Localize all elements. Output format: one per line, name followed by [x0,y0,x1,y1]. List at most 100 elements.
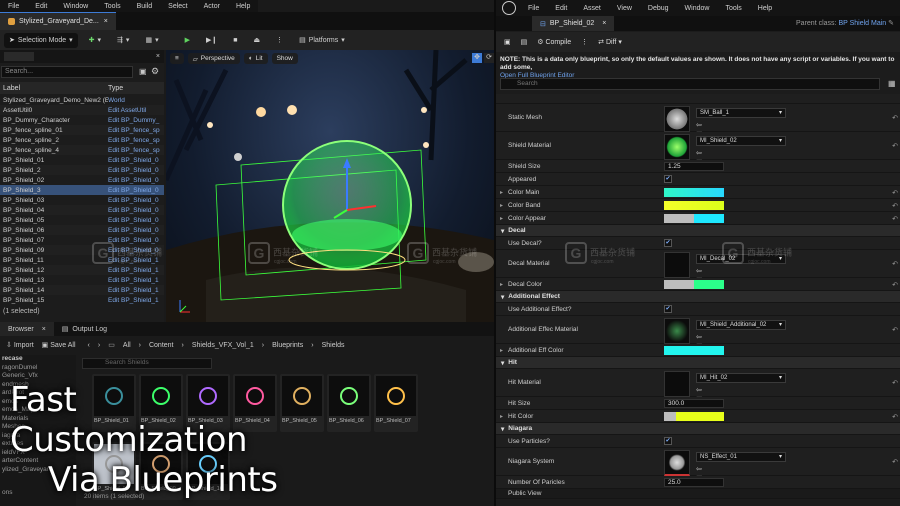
num-particles-field[interactable]: 25.0 [664,478,724,487]
step-button[interactable]: ▶❙ [201,33,222,48]
outliner-row-type[interactable]: Edit BP_Shield_0 [108,167,164,174]
outliner-row-type[interactable]: World [108,97,164,104]
menu-asset[interactable]: Asset [575,5,609,12]
reset-icon[interactable]: ↶ [892,114,898,122]
asset-thumbnail[interactable] [664,252,690,278]
section-decal[interactable]: ▾ Decal [496,225,900,237]
edit-icon[interactable]: ✎ [888,20,894,27]
color-appear-swatch[interactable] [664,214,724,223]
menu-file[interactable]: File [0,3,27,10]
save-all-button[interactable]: ▣ Save All [42,341,76,349]
viewport-menu-button[interactable]: ≡ [170,53,184,64]
asset-thumbnail[interactable] [664,450,690,476]
add-content-button[interactable]: ✚ ▾ [84,33,106,48]
outliner-row[interactable]: BP_Shield_15 Edit BP_Shield_1 [0,295,164,305]
menu-debug[interactable]: Debug [640,5,677,12]
blueprint-button[interactable]: ⇶ ▾ [112,33,134,48]
expand-arrow-icon[interactable]: ▸ [500,281,503,288]
more-icon[interactable]: ⋮ [581,38,588,46]
expand-arrow-icon[interactable]: ▸ [500,347,503,354]
outliner-row[interactable]: BP_Shield_06 Edit BP_Shield_0 [0,225,164,235]
close-icon[interactable]: × [104,18,108,25]
menu-help[interactable]: Help [228,3,258,10]
outliner-row[interactable]: BP_fence_spline_4 Edit BP_fence_sp [0,145,164,155]
asset-thumbnail[interactable] [664,134,690,160]
stop-button[interactable]: ■ [228,33,242,48]
use-particles-checkbox[interactable]: ✔ [664,437,672,445]
outliner-row-type[interactable]: Edit BP_Shield_0 [108,217,164,224]
outliner-row-type[interactable]: Edit AssetUtil [108,107,164,114]
source-folder-item[interactable]: ragonDumel [2,364,76,373]
details-search-input[interactable]: Search [500,78,880,90]
shield-size-field[interactable]: 1.25 [664,162,724,171]
expand-arrow-icon[interactable]: ▸ [500,202,503,209]
outliner-row[interactable]: BP_fence_spline_01 Edit BP_fence_sp [0,125,164,135]
section-additional-effect[interactable]: ▾ Additional Effect [496,291,900,303]
outliner-row[interactable]: BP_Shield_02 Edit BP_Shield_0 [0,175,164,185]
expand-arrow-icon[interactable]: ▸ [500,215,503,222]
outliner-row[interactable]: BP_Shield_11 Edit BP_Shield_1 [0,255,164,265]
menu-file[interactable]: File [520,5,547,12]
gear-icon[interactable]: ⚙ [151,66,159,77]
import-button[interactable]: ⇩ Import [6,341,34,349]
asset-dropdown[interactable]: NS_Effect_01 ▾ [696,452,786,462]
outliner-search-input[interactable]: Search... [1,66,133,78]
asset-dropdown[interactable]: MI_Hit_02 ▾ [696,373,786,383]
public-view-label[interactable]: Public View [508,490,541,497]
view-options-icon[interactable]: ▦ [888,79,896,88]
menu-actor[interactable]: Actor [196,3,228,10]
expand-arrow-icon[interactable]: ▸ [500,189,503,196]
play-options-button[interactable]: ⋮ [271,33,288,48]
asset-thumbnail[interactable] [664,106,690,132]
reset-icon[interactable]: ↶ [892,189,898,197]
color-band-swatch[interactable] [664,201,724,210]
outliner-row[interactable]: AssetUtil0 Edit AssetUtil [0,105,164,115]
outliner-row-type[interactable]: Edit BP_Shield_1 [108,257,164,264]
play-button[interactable]: ▶ [180,33,195,48]
add-folder-icon[interactable]: ▣ [139,67,147,76]
breadcrumb-item[interactable]: Shields [322,342,345,349]
col-type[interactable]: Type [108,85,123,92]
decal-color-swatch[interactable] [664,280,724,289]
outliner-row[interactable]: BP_Shield_2 Edit BP_Shield_0 [0,165,164,175]
expand-arrow-icon[interactable]: ▸ [500,413,503,420]
outliner-row[interactable]: BP_Shield_13 Edit BP_Shield_1 [0,275,164,285]
outliner-row-type[interactable]: Edit BP_Shield_0 [108,197,164,204]
asset-dropdown[interactable]: MI_Shield_Additional_02 ▾ [696,320,786,330]
asset-tile[interactable]: BP_Shield_06 [327,374,371,432]
asset-thumbnail[interactable] [664,371,690,397]
asset-dropdown[interactable]: MI_Decal_02 ▾ [696,254,786,264]
cinematics-button[interactable]: ▦ ▾ [140,33,163,48]
outliner-row[interactable]: BP_Shield_07 Edit BP_Shield_0 [0,235,164,245]
diff-button[interactable]: ⇄ Diff ▾ [598,38,622,46]
outliner-row-type[interactable]: Edit BP_Shield_0 [108,227,164,234]
outliner-row-type[interactable]: Edit BP_Shield_0 [108,207,164,214]
asset-dropdown[interactable]: MI_Shield_02 ▾ [696,136,786,146]
history-back-icon[interactable]: ‹ [88,342,90,349]
menu-window[interactable]: Window [677,5,718,12]
outliner-row-type[interactable]: Edit BP_Shield_1 [108,267,164,274]
outliner-row[interactable]: BP_Dummy_Character Edit BP_Dummy_ [0,115,164,125]
close-icon[interactable]: × [42,326,46,333]
menu-view[interactable]: View [609,5,640,12]
outliner-row-type[interactable]: Edit BP_Shield_0 [108,237,164,244]
outliner-row[interactable]: BP_fence_spline_2 Edit BP_fence_sp [0,135,164,145]
blueprint-tab[interactable]: ⊟ BP_Shield_02 × [532,16,615,31]
platforms-button[interactable]: ▤ Platforms ▾ [294,33,350,48]
asset-dropdown[interactable]: SM_Ball_1 ▾ [696,108,786,118]
col-label[interactable]: Label [0,85,108,92]
reset-icon[interactable]: ↶ [892,281,898,289]
level-tab[interactable]: Stylized_Graveyard_De... × [0,12,116,30]
selection-mode-button[interactable]: ➤ Selection Mode ▾ [4,32,78,48]
use-additional-checkbox[interactable]: ✔ [664,305,672,313]
viewport[interactable]: ≡ ▱ Perspective ◐ Lit Show ✥ ⟳ [166,50,494,322]
content-search-input[interactable]: Search Shields [82,358,212,369]
outliner-row-type[interactable]: Edit BP_fence_sp [108,147,164,154]
outliner-row[interactable]: BP_Shield_04 Edit BP_Shield_0 [0,205,164,215]
outliner-row-type[interactable]: Edit BP_fence_sp [108,137,164,144]
eject-button[interactable]: ⏏ [248,33,265,48]
outliner-row[interactable]: BP_Shield_09 Edit BP_Shield_0 [0,245,164,255]
close-icon[interactable]: × [156,53,160,60]
use-decal-checkbox[interactable]: ✔ [664,239,672,247]
outliner-row-type[interactable]: Edit BP_Shield_0 [108,247,164,254]
